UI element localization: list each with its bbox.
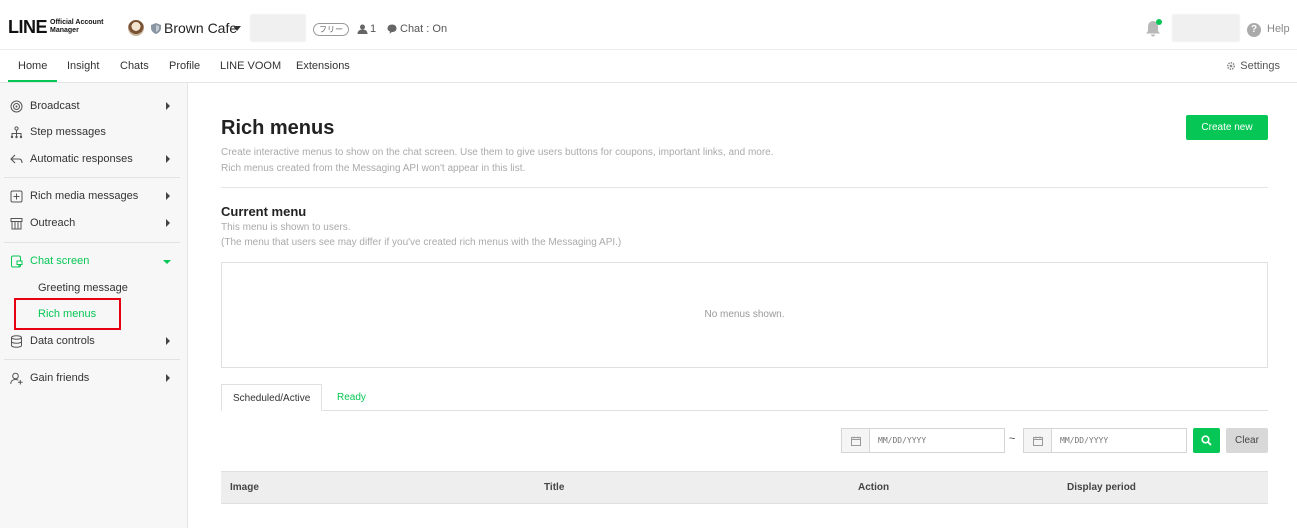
account-name[interactable]: Brown Cafe — [164, 20, 237, 36]
gear-icon — [1227, 61, 1236, 71]
shield-icon — [151, 23, 161, 34]
rich-media-icon — [10, 190, 23, 202]
sidebar-divider — [4, 177, 180, 178]
chat-status[interactable]: Chat : On — [400, 23, 447, 35]
sidebar-divider — [4, 242, 180, 243]
sidebar-item-gain-friends[interactable]: Gain friends — [0, 366, 188, 390]
column-header-image: Image — [230, 482, 259, 493]
user-name-blurred[interactable] — [1172, 14, 1240, 42]
current-menu-box: No menus shown. — [221, 262, 1268, 368]
chevron-right-icon — [166, 192, 170, 200]
chevron-right-icon — [166, 374, 170, 382]
sidebar-item-label: Data controls — [30, 335, 95, 347]
plan-badge: フリー — [313, 23, 349, 36]
clear-button[interactable]: Clear — [1226, 428, 1268, 453]
sidebar-item-label: Step messages — [30, 126, 106, 138]
sidebar-item-rich-media-messages[interactable]: Rich media messages — [0, 184, 188, 208]
sidebar-item-step-messages[interactable]: Step messages — [0, 120, 188, 144]
end-date-input[interactable] — [1052, 429, 1186, 452]
top-bar: LINE Official Account Manager Brown Cafe… — [0, 0, 1297, 50]
outreach-icon — [10, 217, 23, 229]
add-friend-icon — [10, 372, 23, 384]
sidebar-item-broadcast[interactable]: Broadcast — [0, 94, 188, 118]
page-title: Rich menus — [221, 117, 335, 139]
current-menu-note: This menu is shown to users. — [221, 222, 351, 233]
end-date-calendar-button[interactable] — [1024, 429, 1052, 452]
sidebar: Broadcast Step messages Automatic respon… — [0, 83, 188, 528]
chevron-down-icon — [163, 260, 171, 264]
logo-sub-text: Official Account Manager — [50, 19, 103, 35]
help-link[interactable]: Help — [1267, 23, 1290, 35]
rich-menu-table-header: Image Title Action Display period — [221, 471, 1268, 504]
search-icon — [1201, 435, 1212, 446]
account-avatar[interactable] — [128, 20, 144, 36]
end-date-picker[interactable] — [1023, 428, 1187, 453]
tab-ready[interactable]: Ready — [326, 384, 377, 411]
sidebar-divider — [4, 359, 180, 360]
tab-extensions[interactable]: Extensions — [296, 51, 350, 82]
sidebar-item-label: Automatic responses — [30, 153, 133, 165]
tab-home[interactable]: Home — [8, 51, 58, 82]
database-icon — [11, 334, 22, 348]
column-header-title: Title — [544, 482, 565, 493]
create-new-button[interactable]: Create new — [1186, 115, 1268, 140]
search-button[interactable] — [1193, 428, 1220, 453]
chevron-right-icon — [166, 219, 170, 227]
sidebar-item-automatic-responses[interactable]: Automatic responses — [0, 147, 188, 171]
chat-screen-icon — [11, 255, 23, 268]
sidebar-item-label: Broadcast — [30, 100, 80, 112]
calendar-icon — [1032, 436, 1043, 446]
logo-line-text: LINE — [8, 17, 48, 37]
logo-sub-line-2: Manager — [50, 27, 79, 34]
sidebar-item-label: Gain friends — [30, 372, 90, 384]
chat-bubble-icon — [387, 24, 397, 34]
sidebar-item-label: Rich media messages — [30, 190, 139, 202]
sidebar-item-label: Outreach — [30, 217, 76, 229]
notification-dot — [1156, 19, 1162, 25]
friend-count: 1 — [370, 23, 377, 35]
account-id-blurred — [250, 14, 306, 42]
tab-line-voom[interactable]: LINE VOOM — [220, 51, 281, 82]
start-date-input[interactable] — [870, 429, 1004, 452]
empty-state-text: No menus shown. — [704, 309, 785, 320]
chevron-right-icon — [166, 155, 170, 163]
main-content: Rich menus Create new Create interactive… — [189, 83, 1297, 528]
start-date-calendar-button[interactable] — [842, 429, 870, 452]
calendar-icon — [850, 436, 861, 446]
tab-chats[interactable]: Chats — [120, 51, 149, 82]
current-menu-title: Current menu — [221, 204, 307, 219]
column-header-display-period: Display period — [1067, 482, 1136, 493]
current-menu-note-api: (The menu that users see may differ if y… — [221, 237, 622, 248]
main-nav: Home Insight Chats Profile LINE VOOM Ext… — [0, 51, 1297, 83]
sidebar-item-data-controls[interactable]: Data controls — [0, 329, 188, 353]
tab-insight[interactable]: Insight — [67, 51, 99, 82]
tabs-divider — [221, 410, 1268, 411]
sidebar-item-chat-screen[interactable]: Chat screen — [0, 249, 188, 273]
logo-sub-line-1: Official Account — [50, 19, 104, 26]
page-description-note: Rich menus created from the Messaging AP… — [221, 163, 526, 174]
rich-menus-highlight-box — [14, 298, 121, 330]
sidebar-item-outreach[interactable]: Outreach — [0, 211, 188, 235]
help-icon[interactable]: ? — [1247, 23, 1261, 37]
auto-response-icon — [10, 154, 23, 163]
divider — [221, 187, 1268, 188]
chevron-right-icon — [166, 102, 170, 110]
page-description: Create interactive menus to show on the … — [221, 147, 774, 158]
start-date-picker[interactable] — [841, 428, 1005, 453]
tab-scheduled-active[interactable]: Scheduled/Active — [221, 384, 323, 411]
sidebar-item-label: Chat screen — [30, 255, 90, 267]
settings-link[interactable]: Settings — [1226, 60, 1280, 72]
friend-icon — [357, 24, 368, 34]
date-range-separator: ~ — [1009, 433, 1016, 445]
settings-label: Settings — [1240, 60, 1280, 72]
broadcast-icon — [10, 100, 23, 112]
tab-profile[interactable]: Profile — [169, 51, 200, 82]
chevron-down-icon[interactable] — [233, 26, 241, 31]
line-oa-manager-logo[interactable]: LINE Official Account Manager — [8, 18, 103, 36]
column-header-action: Action — [858, 482, 890, 493]
chevron-right-icon — [166, 337, 170, 345]
sidebar-subitem-greeting-message[interactable]: Greeting message — [38, 282, 128, 294]
step-messages-icon — [10, 125, 23, 138]
